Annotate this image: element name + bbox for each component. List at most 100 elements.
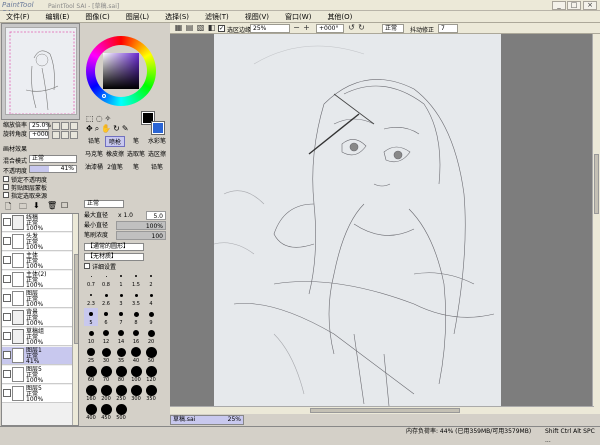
layout-icon[interactable]: ▤	[185, 24, 194, 33]
tool-button[interactable]: 笔	[126, 136, 146, 147]
visibility-eye-icon[interactable]	[3, 275, 11, 283]
brush-size-cell[interactable]: 40	[129, 346, 143, 364]
layer-row[interactable]: 主体 正常 100%	[2, 252, 72, 270]
visibility-eye-icon[interactable]	[3, 294, 11, 302]
brush-size-value[interactable]: 5.0	[146, 211, 166, 220]
brush-size-cell[interactable]: 200	[99, 384, 113, 402]
brush-size-cell[interactable]: 9	[144, 308, 158, 326]
brush-blend-select[interactable]: 正常	[84, 200, 124, 208]
close-button[interactable]: ×	[583, 1, 597, 10]
tool-button[interactable]: 马克笔	[84, 149, 104, 160]
brush-size-cell[interactable]: 14	[114, 327, 128, 345]
brush-size-cell[interactable]: 400	[84, 403, 98, 421]
brush-size-cell[interactable]: 100	[129, 365, 143, 383]
brush-size-cell[interactable]: 3	[114, 289, 128, 307]
layer-row[interactable]: 图层5 正常 100%	[2, 366, 72, 384]
brush-size-cell[interactable]: 5	[84, 308, 98, 326]
tool-button[interactable]: 喷枪	[105, 136, 125, 147]
visibility-eye-icon[interactable]	[3, 256, 11, 264]
blend-mode-select[interactable]: 正常	[29, 155, 77, 163]
layer-row[interactable]: 图层 正常 100%	[2, 290, 72, 308]
brush-size-cell[interactable]: 20	[144, 327, 158, 345]
brush-size-cell[interactable]: 25	[84, 346, 98, 364]
brush-min-value[interactable]: 100%	[116, 221, 166, 230]
lock-opacity-checkbox[interactable]	[3, 176, 9, 182]
selection-source-checkbox[interactable]	[3, 192, 9, 198]
brush-shape-select[interactable]: 【通常的圆形】	[84, 243, 144, 251]
menu-layer[interactable]: 图层(L)	[120, 12, 159, 22]
rotate-cw-button[interactable]	[61, 131, 69, 139]
zoom-value[interactable]: 25.0%	[29, 122, 51, 130]
brush-size-cell[interactable]: 7	[114, 308, 128, 326]
layer-row[interactable]: 草稿组 正常 100%	[2, 328, 72, 346]
vertical-scroll-thumb[interactable]	[594, 154, 599, 214]
detail-settings-checkbox[interactable]	[84, 263, 90, 269]
brush-size-cell[interactable]: 60	[84, 365, 98, 383]
visibility-eye-icon[interactable]	[3, 237, 11, 245]
zoom-plus-button[interactable]	[61, 122, 69, 130]
visibility-eye-icon[interactable]	[3, 313, 11, 321]
zoom-in-icon[interactable]: +	[302, 24, 311, 33]
brush-size-cell[interactable]: 70	[99, 365, 113, 383]
brush-size-cell[interactable]: 350	[144, 384, 158, 402]
color-picker-cursor[interactable]	[102, 94, 106, 98]
canvas-horizontal-scrollbar[interactable]	[170, 406, 594, 414]
zoom-reset-button[interactable]	[70, 122, 78, 130]
visibility-eye-icon[interactable]	[3, 389, 11, 397]
menu-other[interactable]: 其他(O)	[321, 12, 362, 22]
brush-size-cell[interactable]: 16	[129, 327, 143, 345]
tool-button[interactable]: 选取笔	[126, 149, 146, 160]
angle-field[interactable]: +000°	[316, 24, 344, 33]
visibility-eye-icon[interactable]	[3, 370, 11, 378]
brush-size-cell[interactable]: 300	[129, 384, 143, 402]
brush-size-cell[interactable]: 0.8	[99, 270, 113, 288]
magic-wand-icon[interactable]: ✧	[105, 114, 114, 123]
eyedropper-icon[interactable]: ✎	[122, 124, 131, 133]
brush-size-cell[interactable]: 2.3	[84, 289, 98, 307]
tool-button[interactable]: 选区擦	[147, 149, 167, 160]
layer-row[interactable]: 图层5 正常 100%	[2, 385, 72, 403]
clipping-checkbox[interactable]	[3, 184, 9, 190]
merge-down-icon[interactable]: ⬇	[33, 201, 40, 210]
secondary-color-swatch[interactable]	[151, 121, 165, 135]
selection-edge-checkbox[interactable]: ✓	[218, 25, 225, 32]
select-rect-icon[interactable]: ⬚	[86, 114, 96, 123]
zoom-minus-button[interactable]	[52, 122, 60, 130]
ruler-icon[interactable]: ▧	[196, 24, 205, 33]
brush-density-value[interactable]: 100	[116, 231, 166, 240]
layer-scrollbar[interactable]	[72, 214, 78, 425]
canvas-vertical-scrollbar[interactable]	[592, 34, 600, 414]
effect-label[interactable]: 画材效果	[3, 144, 27, 153]
minimize-button[interactable]: _	[552, 1, 566, 10]
brush-size-cell[interactable]: 4	[144, 289, 158, 307]
brush-size-cell[interactable]: 30	[99, 346, 113, 364]
tool-button[interactable]: 水彩笔	[147, 136, 167, 147]
brush-size-cell[interactable]: 120	[144, 365, 158, 383]
layer-row[interactable]: 头发 正常 100%	[2, 233, 72, 251]
canvas-area[interactable]	[170, 34, 596, 406]
rotate-right-icon[interactable]: ↻	[357, 24, 366, 33]
maximize-button[interactable]: □	[567, 1, 581, 10]
menu-filter[interactable]: 滤镜(T)	[199, 12, 239, 22]
brush-size-cell[interactable]: 12	[99, 327, 113, 345]
tool-button[interactable]: 笔	[126, 162, 146, 173]
file-tab[interactable]: 草稿.sai 25%	[170, 415, 244, 425]
menu-select[interactable]: 选择(S)	[159, 12, 199, 22]
tool-button[interactable]: 油漆桶	[84, 162, 104, 173]
navigator-preview[interactable]	[5, 27, 77, 115]
toggle-icon[interactable]: ◧	[207, 24, 216, 33]
tool-button[interactable]: 铅笔	[84, 136, 104, 147]
tool-button[interactable]: 2值笔	[105, 162, 125, 173]
brush-size-cell[interactable]: 2	[144, 270, 158, 288]
menu-window[interactable]: 窗口(W)	[279, 12, 321, 22]
layer-row[interactable]: 线稿 正常 100%	[2, 214, 72, 232]
lasso-icon[interactable]: ◌	[96, 114, 105, 123]
menu-view[interactable]: 视图(V)	[239, 12, 279, 22]
saturation-box[interactable]	[103, 53, 139, 89]
hand-icon[interactable]: ✋	[101, 124, 113, 133]
menu-edit[interactable]: 编辑(E)	[40, 12, 80, 22]
clear-layer-icon[interactable]: ☐	[61, 201, 68, 210]
menu-image[interactable]: 图像(C)	[79, 12, 119, 22]
angle-value[interactable]: +000	[29, 131, 49, 139]
visibility-eye-icon[interactable]	[3, 332, 11, 340]
